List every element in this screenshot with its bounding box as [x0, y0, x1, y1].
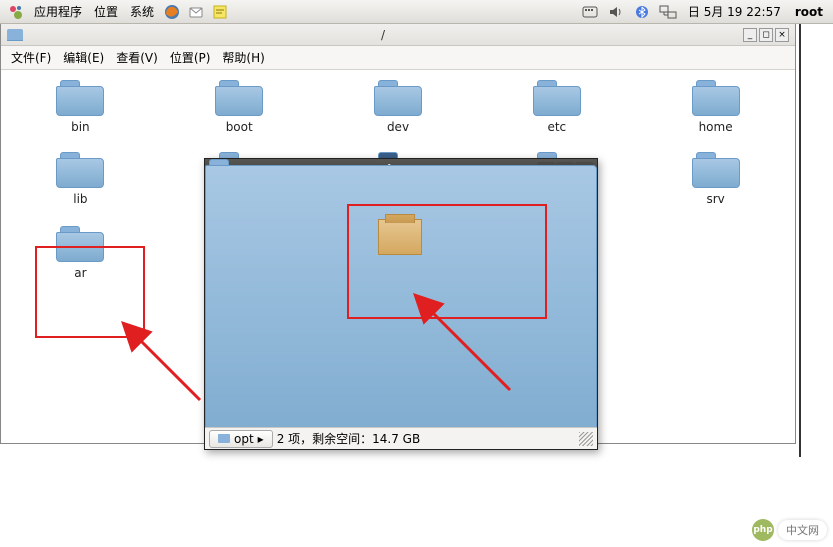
clock[interactable]: 日 5月 19 22:57: [682, 3, 787, 20]
volume-icon[interactable]: [607, 3, 625, 21]
folder-icon: [56, 226, 104, 262]
maximize-button[interactable]: ◻: [759, 28, 773, 42]
folder-srv[interactable]: srv: [636, 152, 795, 208]
user-menu[interactable]: root: [789, 5, 829, 19]
folder-boot[interactable]: boot: [160, 80, 319, 134]
folder-label: lib: [73, 192, 87, 206]
folder-icon: [56, 152, 104, 188]
folder-etc[interactable]: etc: [477, 80, 636, 134]
folder-label: bin: [71, 120, 90, 134]
gnome-foot-icon[interactable]: [7, 3, 25, 21]
folder-icon: [56, 80, 104, 116]
folder-icon: [215, 80, 263, 116]
crop-edge: [799, 24, 801, 457]
opt-file-area[interactable]: rh VMwareTools-10.0.5-3228253.tar.gz: [205, 203, 597, 296]
close-button[interactable]: ×: [775, 28, 789, 42]
folder-label: dev: [387, 120, 409, 134]
folder-ar[interactable]: ar: [1, 226, 160, 280]
tray-keyboard-icon[interactable]: [581, 3, 599, 21]
opt-window: opt _ ◻ × 文件(F) 编辑(E) 查看(V) 位置(P) 帮助(H) …: [204, 158, 598, 450]
window-controls: _ ◻ ×: [743, 28, 789, 42]
bluetooth-icon[interactable]: [633, 3, 651, 21]
resize-handle[interactable]: [579, 432, 593, 446]
folder-rh[interactable]: rh: [205, 213, 335, 296]
firefox-icon[interactable]: [163, 3, 181, 21]
minimize-button[interactable]: _: [743, 28, 757, 42]
panel-right: 日 5月 19 22:57 root: [578, 3, 829, 21]
menu-edit[interactable]: 编辑(E): [59, 49, 108, 66]
folder-icon: [533, 80, 581, 116]
folder-label: etc: [547, 120, 566, 134]
chevron-right-icon: ▸: [258, 432, 264, 446]
status-text: 2 项，剩余空间：14.7 GB: [277, 430, 421, 447]
archive-icon: [378, 219, 422, 255]
location-label: opt: [234, 432, 254, 446]
folder-bin[interactable]: bin: [1, 80, 160, 134]
notes-icon[interactable]: [211, 3, 229, 21]
folder-icon: [692, 152, 740, 188]
php-logo-icon: php: [752, 519, 774, 541]
mail-icon[interactable]: [187, 3, 205, 21]
menu-view[interactable]: 查看(V): [112, 49, 162, 66]
watermark-text: 中文网: [778, 520, 827, 540]
window-title: /: [23, 28, 743, 42]
folder-dev[interactable]: dev: [319, 80, 478, 134]
root-titlebar[interactable]: / _ ◻ ×: [1, 24, 795, 46]
watermark: php 中文网: [752, 519, 827, 541]
apps-menu[interactable]: 应用程序: [28, 0, 88, 24]
folder-icon: [7, 29, 23, 41]
menu-help[interactable]: 帮助(H): [218, 49, 268, 66]
folder-label: ar: [74, 266, 86, 280]
folder-label: boot: [226, 120, 253, 134]
places-menu[interactable]: 位置: [88, 0, 124, 24]
folder-icon: [374, 80, 422, 116]
opt-statusbar: opt ▸ 2 项，剩余空间：14.7 GB: [205, 427, 597, 449]
root-menubar: 文件(F) 编辑(E) 查看(V) 位置(P) 帮助(H): [1, 46, 795, 70]
system-menu[interactable]: 系统: [124, 0, 160, 24]
top-panel: 应用程序 位置 系统 日 5月 19 22:57 root: [0, 0, 833, 24]
folder-icon: [692, 80, 740, 116]
panel-left: 应用程序 位置 系统: [4, 0, 232, 24]
folder-icon: [218, 434, 230, 443]
folder-label: srv: [706, 192, 724, 206]
folder-home[interactable]: home: [636, 80, 795, 134]
menu-file[interactable]: 文件(F): [7, 49, 55, 66]
folder-lib[interactable]: lib: [1, 152, 160, 208]
location-button[interactable]: opt ▸: [209, 430, 273, 448]
network-icon[interactable]: [659, 3, 677, 21]
folder-label: home: [699, 120, 733, 134]
menu-places[interactable]: 位置(P): [166, 49, 215, 66]
